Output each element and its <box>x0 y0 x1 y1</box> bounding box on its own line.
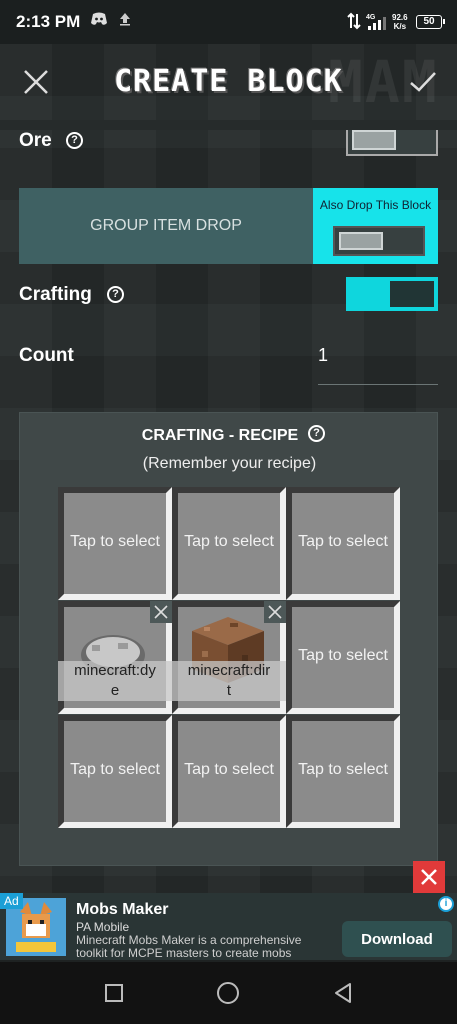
check-icon <box>410 72 436 92</box>
system-navigation-bar <box>0 962 457 1024</box>
count-label: Count <box>19 345 74 366</box>
recipe-slot-8[interactable]: Tap to select <box>172 715 286 828</box>
close-icon <box>268 605 282 619</box>
close-icon <box>154 605 168 619</box>
slot-label: Tap to select <box>184 761 274 778</box>
also-drop-panel: Also Drop This Block <box>313 188 438 264</box>
recipe-slot-2[interactable]: Tap to select <box>172 487 286 600</box>
ad-publisher: PA Mobile <box>76 920 130 934</box>
upload-icon <box>118 12 132 30</box>
recipe-slot-9[interactable]: Tap to select <box>286 715 400 828</box>
count-input[interactable]: 1 <box>318 345 328 366</box>
slot-label: Tap to select <box>298 647 388 664</box>
also-drop-label: Also Drop This Block <box>319 198 432 212</box>
back-button[interactable] <box>332 982 354 1009</box>
crafting-label: Crafting <box>19 284 92 305</box>
signal-icon: 4G <box>364 12 386 36</box>
recipe-title: CRAFTING - RECIPE <box>141 427 299 444</box>
slot-item-label: minecraft:dir t <box>172 661 286 701</box>
crafting-toggle-knob <box>390 281 434 307</box>
back-triangle-icon <box>335 983 351 1003</box>
page-title: CREATE BLOCK <box>114 64 343 99</box>
recipe-slot-4[interactable]: minecraft:dy e <box>58 601 172 714</box>
close-icon <box>421 869 437 885</box>
recipe-subtitle: (Remember your recipe) <box>142 455 317 472</box>
home-button[interactable] <box>216 981 240 1010</box>
square-icon <box>105 984 123 1002</box>
ad-description: Minecraft Mobs Maker is a comprehensive … <box>76 934 302 960</box>
confirm-button[interactable] <box>403 62 443 102</box>
also-drop-toggle-knob <box>339 232 383 250</box>
slot-item-label: minecraft:dy e <box>58 661 172 701</box>
count-underline <box>318 384 438 385</box>
discord-icon <box>90 12 108 30</box>
recipe-slot-6[interactable]: Tap to select <box>286 601 400 714</box>
crafting-recipe-panel: CRAFTING - RECIPE ? (Remember your recip… <box>19 412 438 866</box>
slot-label: Tap to select <box>298 761 388 778</box>
recipe-slot-3[interactable]: Tap to select <box>286 487 400 600</box>
ore-toggle-knob <box>352 130 396 150</box>
slot-label: Tap to select <box>70 533 160 550</box>
info-icon[interactable]: i <box>438 896 454 912</box>
circle-icon <box>217 982 239 1004</box>
recipe-help-icon[interactable]: ? <box>308 425 325 442</box>
slot-label: Tap to select <box>298 533 388 550</box>
crafting-help-icon[interactable]: ? <box>107 286 124 303</box>
group-item-drop-label: GROUP ITEM DROP <box>90 217 242 234</box>
battery-indicator: 50 <box>416 15 445 29</box>
remove-item-button[interactable] <box>150 601 172 623</box>
recipe-slot-1[interactable]: Tap to select <box>58 487 172 600</box>
ore-label: Ore <box>19 130 52 151</box>
data-transfer-icon <box>347 12 361 34</box>
recipe-slot-5[interactable]: minecraft:dir t <box>172 601 286 714</box>
status-bar: 2:13 PM 4G 92.6 K/s 50 <box>0 0 457 44</box>
network-speed: 92.6 K/s <box>392 13 408 31</box>
slot-label: Tap to select <box>70 761 160 778</box>
scroll-edge <box>0 120 457 130</box>
ad-download-button[interactable]: Download <box>342 921 452 957</box>
remove-item-button[interactable] <box>264 601 286 623</box>
ore-help-icon[interactable]: ? <box>66 132 83 149</box>
slot-label: Tap to select <box>184 533 274 550</box>
svg-text:4G: 4G <box>366 14 376 21</box>
group-item-drop-button[interactable]: GROUP ITEM DROP <box>19 188 313 264</box>
recents-button[interactable] <box>104 983 124 1008</box>
crafting-toggle[interactable] <box>346 277 438 311</box>
also-drop-toggle[interactable] <box>333 226 425 256</box>
ad-banner[interactable]: Ad Mobs Maker PA Mobile Minecraft Mobs M… <box>0 893 457 960</box>
ad-close-button[interactable] <box>413 861 445 893</box>
ad-badge: Ad <box>0 893 23 909</box>
recipe-slot-7[interactable]: Tap to select <box>58 715 172 828</box>
header: MAM CREATE BLOCK <box>0 44 457 120</box>
ad-title: Mobs Maker <box>76 901 169 918</box>
status-time: 2:13 PM <box>16 12 81 31</box>
